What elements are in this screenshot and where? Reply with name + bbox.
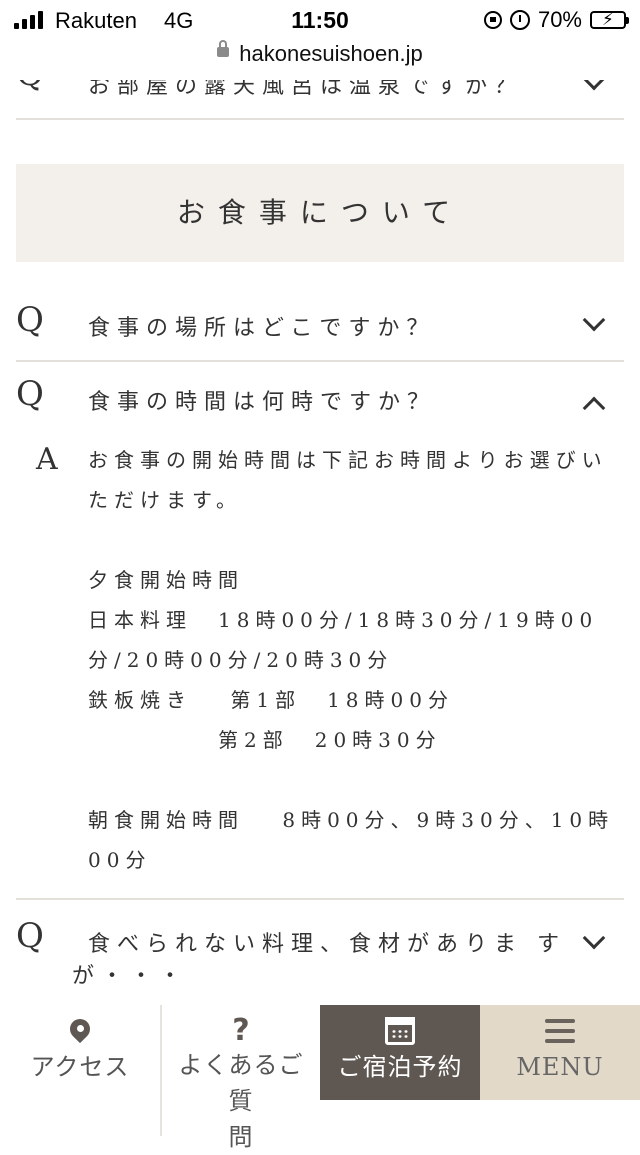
nav-label-line2: 問 [228, 1123, 254, 1151]
status-bar: Rakuten 4G 11:50 70% ⚡ [0, 0, 640, 40]
chevron-down-icon[interactable] [582, 308, 606, 332]
divider [16, 118, 624, 120]
nav-access-button[interactable]: アクセス [0, 1005, 160, 1136]
answer-line: ただけます。 [88, 488, 242, 512]
faq-item-meal-time[interactable]: Q 食事の時間は何時ですか？ [16, 362, 624, 434]
address-bar[interactable]: hakonesuishoen.jp [0, 40, 640, 80]
chevron-down-icon[interactable] [582, 80, 606, 91]
answer-line: 分/20時00分/20時30分 [88, 648, 394, 672]
nav-label: アクセス [30, 1053, 130, 1081]
answer-line: 第2部 20時30分 [218, 728, 442, 752]
section-title: お食事について [16, 164, 624, 262]
padlock-icon [217, 40, 230, 58]
faq-item-room-bath[interactable]: Q お部屋の露天風呂は温泉ですか？ [16, 80, 624, 120]
faq-item-meal-location[interactable]: Q 食事の場所はどこですか？ [16, 292, 624, 360]
answer-line: お食事の開始時間は下記お時間よりお選びい [88, 448, 608, 472]
hamburger-menu-icon [545, 1019, 575, 1043]
chevron-down-icon[interactable] [582, 926, 606, 950]
battery-charging-icon: ⚡ [590, 10, 629, 29]
calendar-icon [385, 1017, 415, 1045]
nav-faq-button[interactable]: ? よくあるご質 問 [160, 1005, 320, 1151]
orientation-lock-icon [483, 11, 502, 29]
question-marker: Q [16, 300, 44, 340]
nav-label: MENU [516, 1053, 604, 1081]
battery-percent: 70% [537, 7, 582, 32]
status-right-group: 70% ⚡ [483, 7, 629, 33]
nav-label: ご宿泊予約 [337, 1053, 463, 1081]
answer-line: 日本料理 18時00分/18時30分/19時00 [88, 608, 599, 632]
answer-line: 鉄板焼き 第1部 18時00分 [88, 688, 454, 712]
question-text-line2: が・・・ [72, 964, 189, 989]
answer-line: 夕食開始時間 [88, 568, 244, 592]
question-text: 食事の場所はどこですか？ [88, 316, 436, 341]
answer-line: 00分 [88, 848, 152, 872]
bottom-nav: アクセス ? よくあるご質 問 ご宿泊予約 MENU [0, 1005, 640, 1151]
faq-item-food-allergy[interactable]: Q 食べられない料理、食材がありま す が・・・ [16, 900, 624, 1005]
page-content[interactable]: Q お部屋の露天風呂は温泉ですか？ お食事について Q 食事の場所はどこですか？… [0, 80, 640, 1005]
alarm-icon [509, 10, 530, 30]
question-marker: Q [16, 916, 44, 956]
question-text-line1: 食べられない料理、食材がありま す [88, 932, 566, 957]
answer-line: 朝食開始時間 8時00分、9時30分、10時 [88, 808, 615, 832]
question-marker: Q [16, 80, 44, 94]
question-mark-icon: ? [232, 1013, 250, 1048]
chevron-up-icon[interactable] [582, 396, 606, 420]
nav-reserve-button[interactable]: ご宿泊予約 [320, 1005, 480, 1100]
answer-marker: A [36, 442, 58, 477]
question-text: 食事の時間は何時ですか？ [88, 390, 437, 415]
question-text: お部屋の露天風呂は温泉ですか？ [88, 80, 524, 99]
question-marker: Q [16, 374, 44, 414]
map-pin-icon [69, 1019, 91, 1049]
nav-menu-button[interactable]: MENU [480, 1005, 640, 1100]
url-text: hakonesuishoen.jp [239, 41, 423, 67]
nav-label-line1: よくあるご質 [178, 1051, 304, 1115]
